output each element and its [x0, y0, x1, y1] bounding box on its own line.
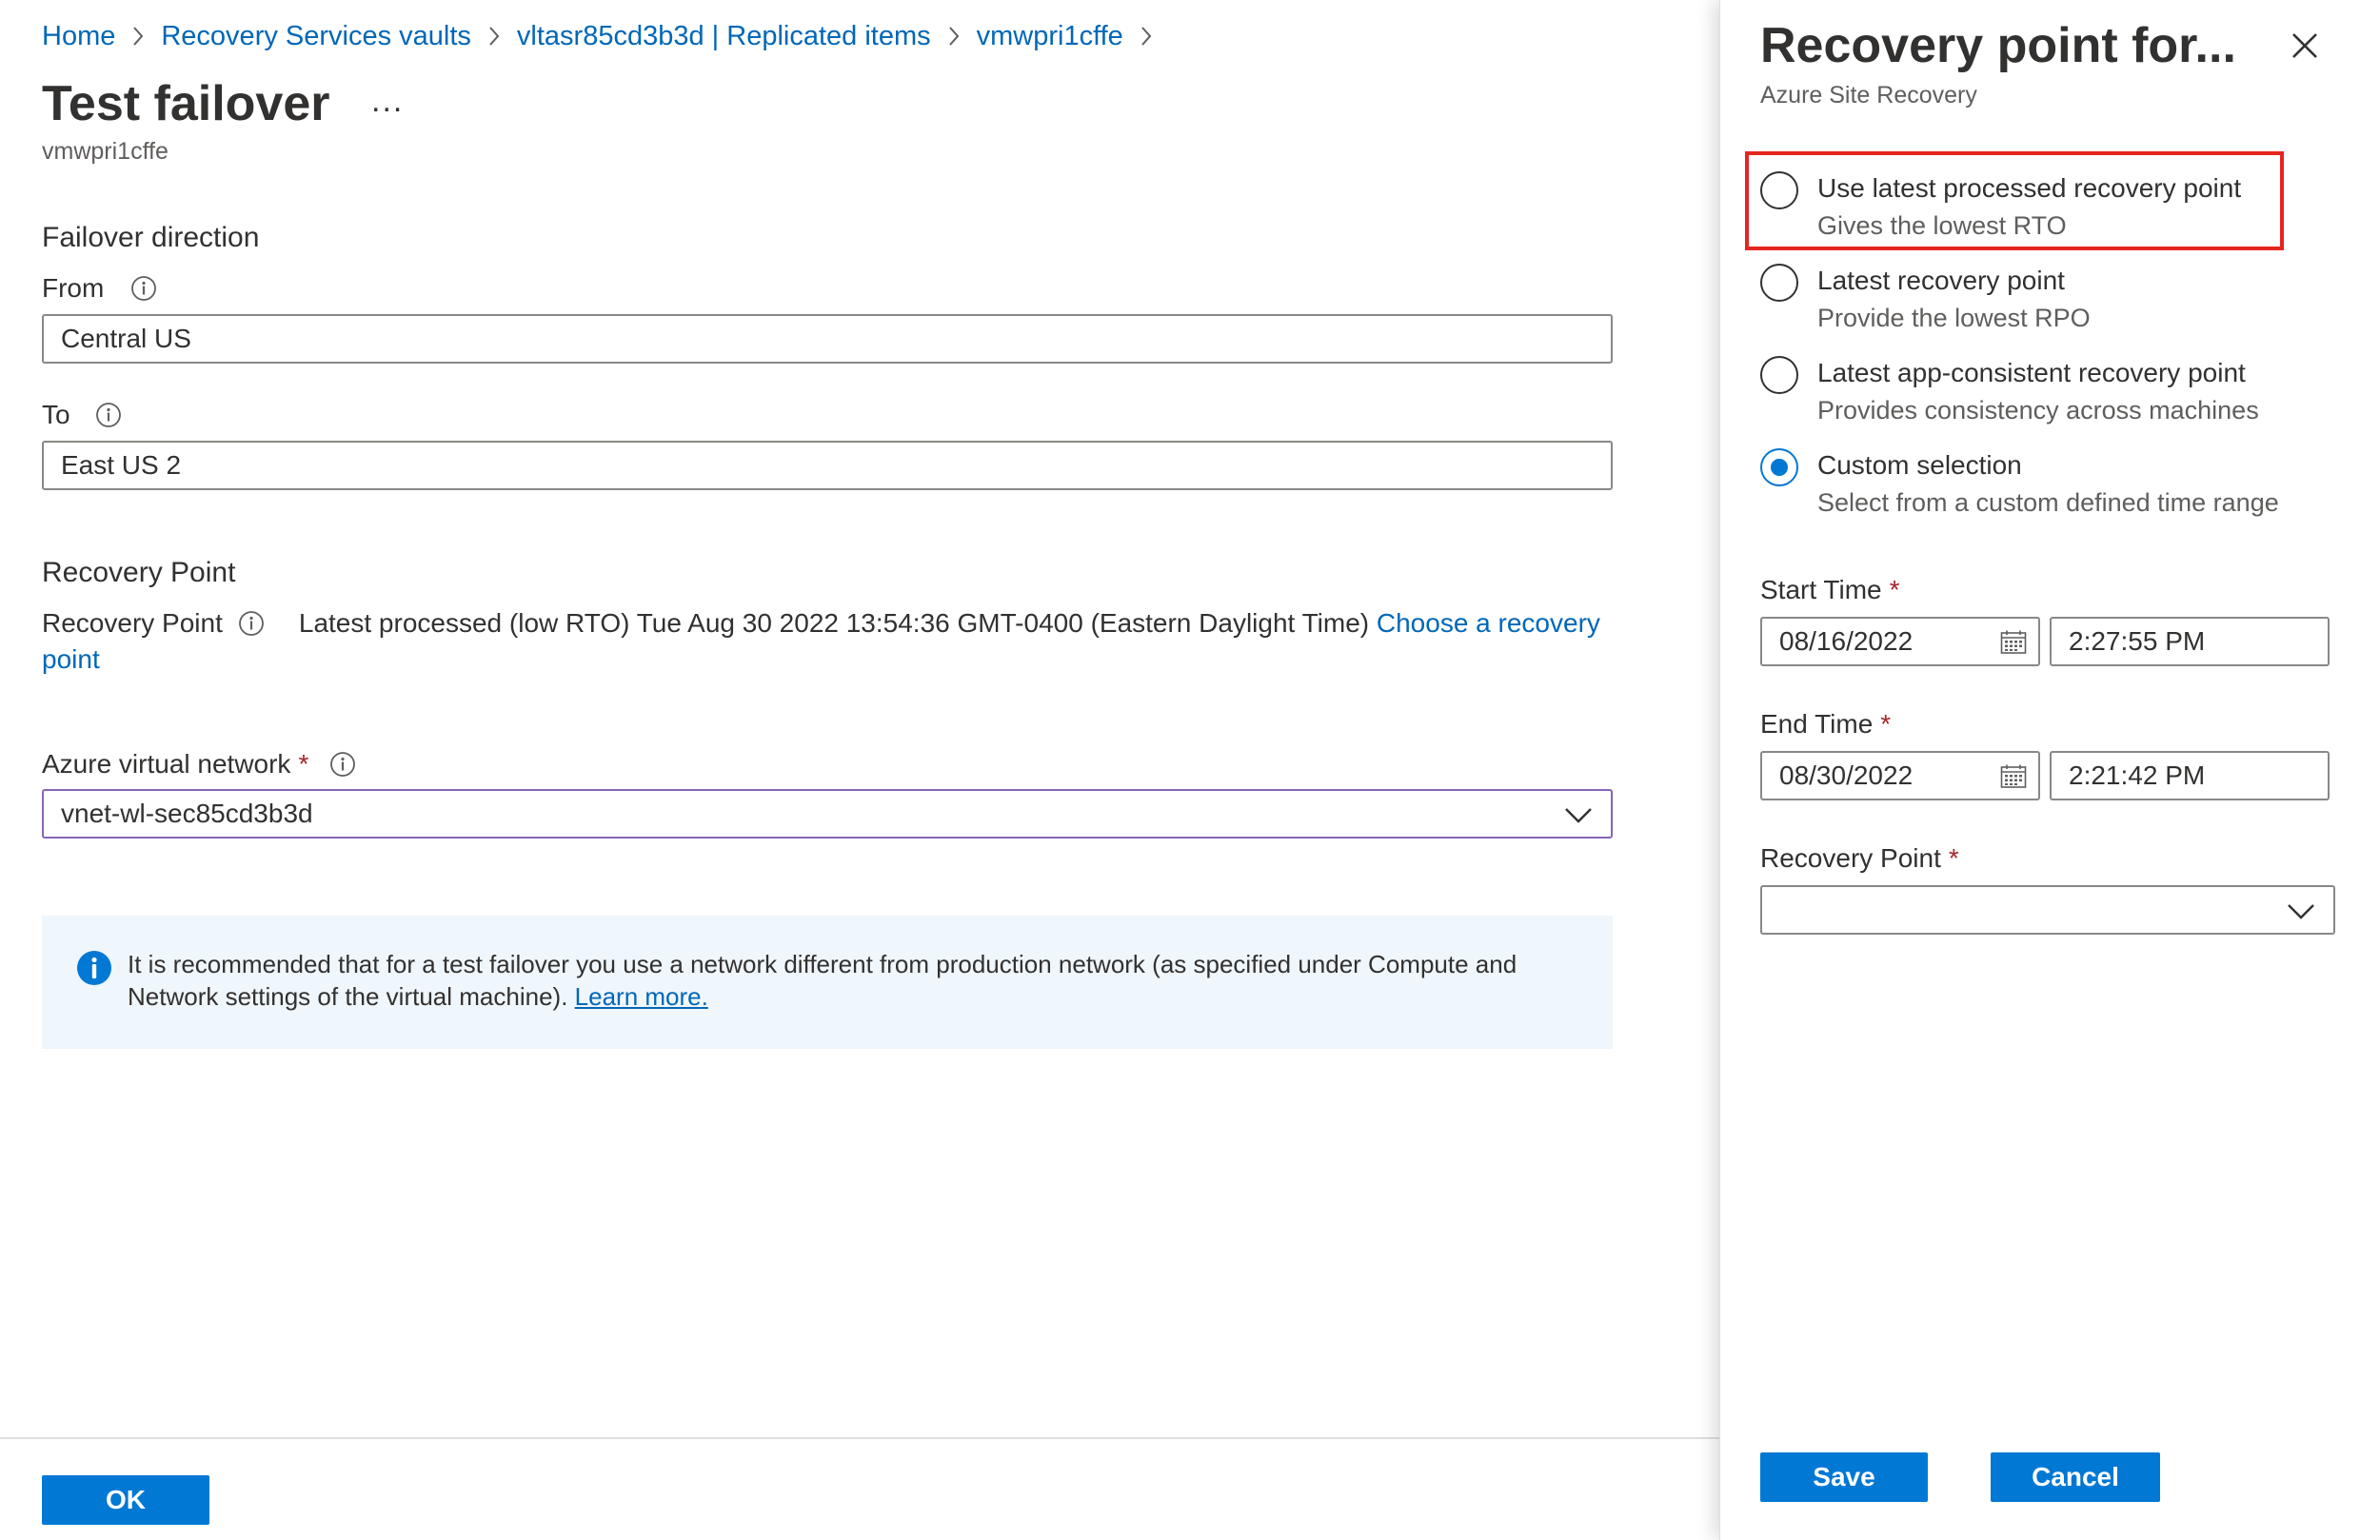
- start-time-label-text: Start Time: [1760, 575, 1882, 604]
- recovery-point-dropdown[interactable]: [1760, 885, 2335, 935]
- radio-latest-processed[interactable]: Use latest processed recovery point Give…: [1760, 171, 2331, 247]
- to-label: To: [42, 397, 122, 433]
- radio-button[interactable]: [1760, 171, 1798, 209]
- close-icon[interactable]: [2288, 29, 2322, 63]
- radio-selected-dot: [1771, 459, 1788, 476]
- required-marker: *: [1889, 575, 1900, 604]
- radio-description: Provides consistency across machines: [1817, 396, 2259, 424]
- test-failover-blade: Home Recovery Services vaults vltasr85cd…: [0, 0, 1719, 1540]
- breadcrumb-recovery-services-vaults[interactable]: Recovery Services vaults: [161, 21, 471, 52]
- recovery-point-row: Recovery Point Latest processed (low RTO…: [42, 605, 1613, 678]
- to-region-field: East US 2: [42, 441, 1613, 490]
- recovery-point-label-text: Recovery Point: [42, 608, 223, 638]
- info-icon[interactable]: [329, 751, 356, 778]
- more-options-button[interactable]: ...: [371, 84, 404, 118]
- panel-footer: Save Cancel: [1720, 1409, 2380, 1540]
- radio-label: Latest recovery point: [1817, 266, 2065, 295]
- chevron-down-icon: [1563, 800, 1594, 829]
- start-date-input[interactable]: 08/16/2022: [1760, 617, 2040, 666]
- from-label-text: From: [42, 273, 105, 303]
- end-time-label: End Time *: [1760, 709, 1891, 740]
- failover-direction-heading: Failover direction: [42, 222, 260, 253]
- panel-subtitle: Azure Site Recovery: [1760, 82, 1977, 109]
- page-subtitle: vmwpri1cffe: [42, 138, 169, 165]
- breadcrumb-home[interactable]: Home: [42, 21, 115, 52]
- recovery-point-value: Latest processed (low RTO) Tue Aug 30 20…: [298, 608, 1370, 638]
- to-label-text: To: [42, 400, 70, 429]
- chevron-down-icon: [2286, 897, 2316, 925]
- radio-description: Provide the lowest RPO: [1817, 304, 2091, 332]
- radio-description: Gives the lowest RTO: [1817, 211, 2067, 240]
- info-filled-icon: [76, 950, 112, 986]
- chevron-right-icon: [115, 17, 161, 55]
- breadcrumb-replicated-items[interactable]: vltasr85cd3b3d | Replicated items: [517, 21, 931, 52]
- radio-label: Latest app-consistent recovery point: [1817, 358, 2246, 387]
- save-button[interactable]: Save: [1760, 1452, 1928, 1502]
- required-marker: *: [298, 749, 309, 779]
- radio-button-selected[interactable]: [1760, 448, 1798, 486]
- recovery-point-select-label: Recovery Point *: [1760, 843, 1959, 874]
- start-time-label: Start Time *: [1760, 575, 1900, 605]
- info-message-bar: It is recommended that for a test failov…: [42, 916, 1613, 1049]
- blade-footer: OK: [0, 1437, 1719, 1540]
- network-label: Azure virtual network *: [42, 746, 356, 782]
- start-time-input[interactable]: 2:27:55 PM: [2050, 617, 2330, 666]
- cancel-button[interactable]: Cancel: [1991, 1452, 2160, 1502]
- network-label-text: Azure virtual network: [42, 749, 291, 779]
- required-marker: *: [1880, 709, 1892, 739]
- chevron-right-icon: [931, 17, 977, 55]
- radio-custom-selection[interactable]: Custom selection Select from a custom de…: [1760, 448, 2331, 524]
- radio-latest-app-consistent[interactable]: Latest app-consistent recovery point Pro…: [1760, 356, 2331, 432]
- virtual-network-value: vnet-wl-sec85cd3b3d: [61, 799, 313, 828]
- breadcrumb-vm[interactable]: vmwpri1cffe: [977, 21, 1123, 52]
- info-message-body: It is recommended that for a test failov…: [128, 950, 1517, 1011]
- recovery-point-panel: Recovery point for... Azure Site Recover…: [1719, 0, 2380, 1540]
- recovery-point-label: Recovery Point: [42, 605, 265, 642]
- radio-label: Use latest processed recovery point: [1817, 173, 2242, 203]
- calendar-icon[interactable]: [2000, 630, 2027, 655]
- info-message-text: It is recommended that for a test failov…: [128, 948, 1584, 1013]
- end-time-label-text: End Time: [1760, 709, 1874, 739]
- chevron-right-icon: [471, 17, 517, 55]
- recovery-point-heading: Recovery Point: [42, 557, 236, 588]
- ok-button[interactable]: OK: [42, 1475, 209, 1525]
- start-date-value: 08/16/2022: [1779, 626, 1914, 656]
- radio-description: Select from a custom defined time range: [1817, 488, 2279, 517]
- recovery-point-select-label-text: Recovery Point: [1760, 843, 1941, 873]
- radio-latest[interactable]: Latest recovery point Provide the lowest…: [1760, 264, 2331, 340]
- page-title: Test failover: [42, 76, 330, 131]
- learn-more-link[interactable]: Learn more.: [575, 982, 708, 1011]
- info-icon[interactable]: [238, 610, 265, 637]
- end-time-input[interactable]: 2:21:42 PM: [2050, 751, 2330, 800]
- from-region-field: Central US: [42, 314, 1613, 364]
- panel-title: Recovery point for...: [1760, 18, 2236, 73]
- radio-label: Custom selection: [1817, 450, 2022, 480]
- radio-button[interactable]: [1760, 356, 1798, 394]
- from-label: From: [42, 270, 157, 306]
- info-icon[interactable]: [130, 275, 157, 302]
- calendar-icon[interactable]: [2000, 764, 2027, 789]
- chevron-right-icon: [1123, 17, 1169, 55]
- radio-button[interactable]: [1760, 264, 1798, 302]
- info-icon[interactable]: [95, 402, 122, 428]
- end-date-value: 08/30/2022: [1779, 760, 1914, 790]
- required-marker: *: [1948, 843, 1959, 873]
- breadcrumb: Home Recovery Services vaults vltasr85cd…: [42, 17, 1169, 55]
- end-date-input[interactable]: 08/30/2022: [1760, 751, 2040, 800]
- virtual-network-dropdown[interactable]: vnet-wl-sec85cd3b3d: [42, 789, 1613, 839]
